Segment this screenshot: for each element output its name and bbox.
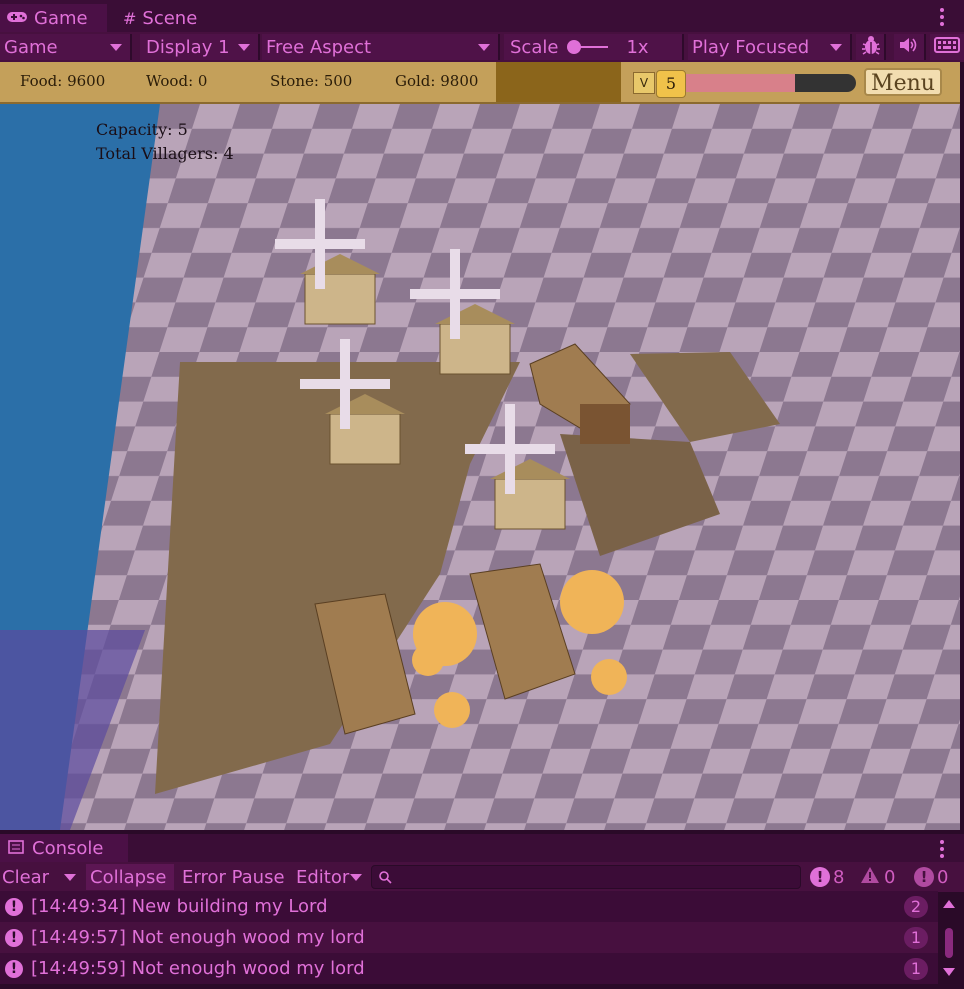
bug-icon (860, 34, 882, 61)
error-count-toggle[interactable]: ! 8 (810, 864, 844, 890)
play-mode-label: Play Focused (692, 36, 810, 58)
console-icon (8, 838, 24, 859)
grid-icon: # (123, 8, 137, 28)
resource-hud: Food: 9600 Wood: 0 Stone: 500 Gold: 9800… (0, 62, 960, 104)
mode-label: Game (4, 36, 58, 58)
stats-toggle[interactable] (856, 34, 886, 60)
log-text: [14:49:59] Not enough wood my lord (31, 958, 365, 979)
info-count-toggle[interactable]: ! 0 (914, 864, 948, 890)
tab-scene[interactable]: # Scene (115, 4, 215, 32)
scale-slider-handle[interactable] (567, 40, 582, 54)
shortcuts-toggle[interactable] (930, 34, 964, 60)
error-icon: ! (810, 867, 830, 887)
console-title: Console (32, 837, 104, 859)
mode-dropdown[interactable]: Game (0, 34, 132, 60)
stone-counter: Stone: 500 (270, 72, 353, 90)
gold-counter: Gold: 9800 (395, 72, 479, 90)
tab-game-label: Game (34, 7, 88, 29)
scene-render (0, 104, 960, 830)
clear-button[interactable]: Clear (0, 864, 84, 890)
search-icon (378, 869, 392, 888)
game-viewport[interactable]: Capacity: 5 Total Villagers: 4 (0, 104, 960, 830)
play-mode-dropdown[interactable]: Play Focused (688, 34, 852, 60)
display-label: Display 1 (146, 36, 230, 58)
scroll-up-icon (943, 900, 955, 908)
console-tab-bar: Console (0, 834, 964, 862)
population-count: 5 (656, 70, 686, 98)
aspect-label: Free Aspect (266, 36, 372, 58)
scale-value: 1x (626, 36, 649, 58)
tab-console[interactable]: Console (0, 834, 128, 862)
game-toolbar: Game Display 1 Free Aspect Scale 1x Play… (0, 32, 964, 62)
tab-game[interactable]: Game (0, 4, 107, 32)
info-count: 0 (937, 866, 949, 888)
tab-menu-icon[interactable] (940, 8, 944, 29)
total-villagers-label: Total Villagers: 4 (96, 144, 234, 163)
log-text: [14:49:34] New building my Lord (31, 896, 328, 917)
scale-control[interactable]: Scale 1x (504, 34, 684, 60)
gamepad-icon (6, 9, 28, 28)
keyboard-icon (934, 36, 960, 59)
chevron-down-icon (478, 44, 490, 51)
scroll-down-icon (943, 968, 955, 976)
log-count-badge: 1 (904, 926, 928, 949)
food-counter: Food: 9600 (20, 72, 106, 90)
population-bar (658, 74, 856, 92)
console-log-entry[interactable]: ! [14:49:57] Not enough wood my lord 1 (0, 922, 938, 953)
aspect-dropdown[interactable]: Free Aspect (262, 34, 500, 60)
warning-count-toggle[interactable]: 0 (860, 864, 895, 890)
log-count-badge: 1 (904, 957, 928, 980)
console-scrollbar[interactable] (940, 892, 958, 985)
editor-label: Editor (296, 866, 350, 888)
log-text: [14:49:57] Not enough wood my lord (31, 927, 365, 948)
menu-button[interactable]: Menu (864, 68, 942, 96)
log-count-badge: 2 (904, 895, 928, 918)
error-icon: ! (5, 959, 23, 978)
console-menu-icon[interactable] (940, 840, 944, 861)
scale-slider[interactable] (567, 40, 609, 54)
scrollbar-thumb (945, 928, 953, 958)
mute-toggle[interactable] (894, 34, 926, 60)
chevron-down-icon[interactable] (64, 874, 76, 881)
hud-panel (496, 62, 621, 102)
wood-counter: Wood: 0 (146, 72, 208, 90)
collapse-toggle[interactable]: Collapse (86, 864, 174, 890)
editor-dropdown[interactable]: Editor (292, 864, 366, 890)
capacity-label: Capacity: 5 (96, 120, 188, 139)
villager-toggle[interactable]: V (633, 72, 655, 94)
chevron-down-icon (238, 44, 250, 51)
speaker-icon (898, 36, 918, 59)
error-count: 8 (833, 866, 845, 888)
console-log-entry[interactable]: ! [14:49:59] Not enough wood my lord 1 (0, 953, 938, 984)
scale-label: Scale (510, 36, 559, 58)
clear-label: Clear (2, 866, 50, 888)
error-icon: ! (5, 928, 23, 947)
chevron-down-icon (830, 44, 842, 51)
village-stats: Capacity: 5 Total Villagers: 4 (96, 118, 234, 166)
info-icon: ! (914, 867, 934, 887)
console-search-input[interactable] (371, 865, 801, 889)
error-pause-toggle[interactable]: Error Pause (178, 864, 288, 890)
tab-scene-label: Scene (142, 7, 198, 29)
chevron-down-icon (110, 44, 122, 51)
console-log-entry[interactable]: ! [14:49:34] New building my Lord 2 (0, 891, 938, 922)
console-toolbar: Clear Collapse Error Pause Editor ! 8 0 … (0, 862, 964, 892)
error-icon: ! (5, 897, 23, 916)
chevron-down-icon (350, 874, 362, 881)
warning-count: 0 (884, 866, 896, 888)
display-dropdown[interactable]: Display 1 (140, 34, 260, 60)
editor-tab-bar: Game # Scene (0, 0, 964, 32)
warning-icon (860, 866, 880, 889)
